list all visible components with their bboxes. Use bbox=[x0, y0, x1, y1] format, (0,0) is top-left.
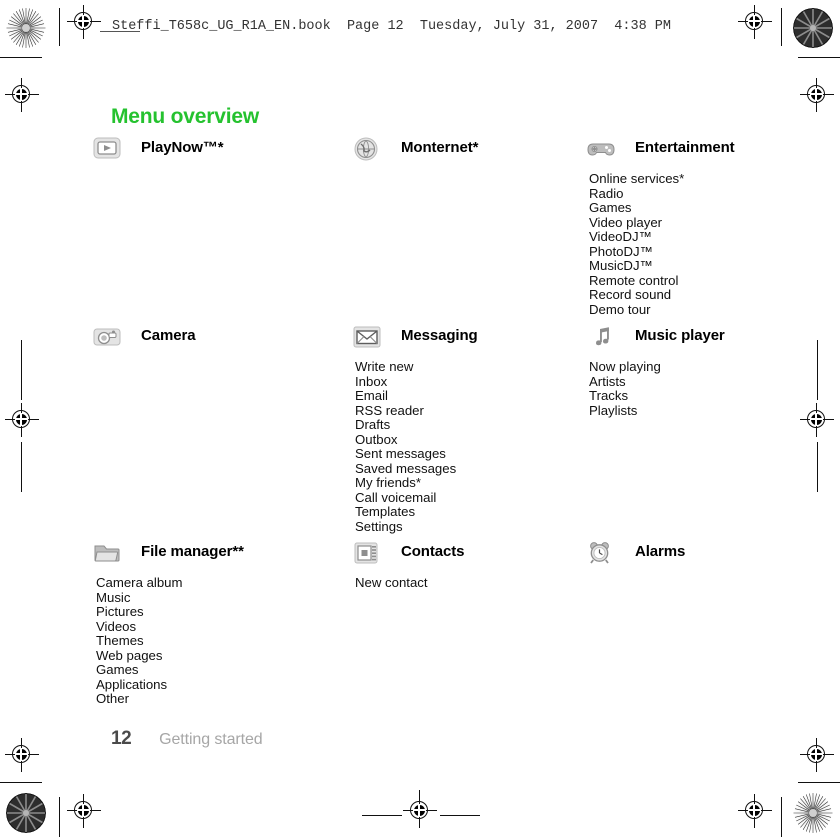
menu-block-entertainment: Entertainment Online services* Radio Games V… bbox=[587, 136, 735, 318]
menu-item[interactable]: Tracks bbox=[589, 388, 661, 404]
menu-item[interactable]: Radio bbox=[589, 186, 684, 202]
menu-block-header[interactable]: Music player bbox=[587, 324, 725, 354]
menu-block-item-list: Camera album Music Pictures Videos Themes Web… bbox=[96, 575, 183, 707]
footer-section-label: Getting started bbox=[159, 731, 263, 748]
menu-block-messaging: Messaging Write new Inbox Email RSS reader Dr… bbox=[353, 324, 478, 535]
menu-block-title: File manager** bbox=[141, 543, 244, 560]
menu-block-music-player: Music player Now playing Artists Tracks Play… bbox=[587, 324, 725, 419]
menu-item[interactable]: Write new bbox=[355, 359, 456, 375]
menu-item[interactable]: Drafts bbox=[355, 417, 456, 433]
menu-block-file-manager: File manager** Camera album Music Pictures V… bbox=[93, 540, 244, 707]
menu-overview-grid: PlayNow™* Monternet* Entertainment Online… bbox=[0, 0, 840, 840]
menu-block-title: PlayNow™* bbox=[141, 139, 224, 156]
menu-item[interactable]: Playlists bbox=[589, 403, 661, 419]
menu-item[interactable]: Record sound bbox=[589, 287, 684, 303]
menu-block-title: Camera bbox=[141, 327, 196, 344]
music-note-icon bbox=[587, 324, 617, 350]
menu-item[interactable]: Saved messages bbox=[355, 461, 456, 477]
menu-item[interactable]: Videos bbox=[96, 619, 183, 635]
menu-item[interactable]: Video player bbox=[589, 215, 684, 231]
menu-block-item-list: New contact bbox=[355, 575, 428, 591]
alarm-clock-icon bbox=[587, 540, 617, 566]
menu-block-item-list: Write new Inbox Email RSS reader Drafts Outbo… bbox=[355, 359, 456, 535]
menu-block-title: Music player bbox=[635, 327, 725, 344]
menu-block-contacts: Contacts New contact bbox=[353, 540, 464, 591]
menu-item[interactable]: Now playing bbox=[589, 359, 661, 375]
gamepad-icon bbox=[587, 136, 617, 162]
menu-item[interactable]: Games bbox=[96, 662, 183, 678]
menu-item[interactable]: PhotoDJ™ bbox=[589, 244, 684, 260]
menu-block-item-list: Online services* Radio Games Video player Vi… bbox=[589, 171, 684, 318]
menu-block-title: Monternet* bbox=[401, 139, 479, 156]
menu-item[interactable]: Pictures bbox=[96, 604, 183, 620]
page-footer: 12 Getting started bbox=[111, 728, 263, 750]
contacts-icon bbox=[353, 540, 383, 566]
menu-item[interactable]: Themes bbox=[96, 633, 183, 649]
menu-item[interactable]: Remote control bbox=[589, 273, 684, 289]
menu-item[interactable]: Applications bbox=[96, 677, 183, 693]
menu-block-title: Entertainment bbox=[635, 139, 735, 156]
globe-icon bbox=[353, 136, 383, 162]
menu-block-header[interactable]: Entertainment bbox=[587, 136, 735, 166]
menu-item[interactable]: Settings bbox=[355, 519, 456, 535]
menu-block-title: Messaging bbox=[401, 327, 478, 344]
footer-page-number: 12 bbox=[111, 728, 132, 749]
menu-item[interactable]: Templates bbox=[355, 504, 456, 520]
menu-block-item-list: Now playing Artists Tracks Playlists bbox=[589, 359, 661, 419]
menu-item[interactable]: Artists bbox=[589, 374, 661, 390]
playnow-icon bbox=[93, 136, 123, 162]
menu-block-header[interactable]: Contacts bbox=[353, 540, 464, 570]
camera-icon bbox=[93, 324, 123, 350]
menu-item[interactable]: Sent messages bbox=[355, 446, 456, 462]
menu-item[interactable]: Web pages bbox=[96, 648, 183, 664]
menu-block-title: Contacts bbox=[401, 543, 465, 560]
menu-item[interactable]: MusicDJ™ bbox=[589, 258, 684, 274]
menu-item[interactable]: Email bbox=[355, 388, 456, 404]
menu-block-header[interactable]: File manager** bbox=[93, 540, 244, 570]
envelope-icon bbox=[353, 324, 383, 350]
menu-item[interactable]: Call voicemail bbox=[355, 490, 456, 506]
menu-item[interactable]: Music bbox=[96, 590, 183, 606]
menu-item[interactable]: Inbox bbox=[355, 374, 456, 390]
menu-block-title: Alarms bbox=[635, 543, 686, 560]
menu-item[interactable]: RSS reader bbox=[355, 403, 456, 419]
menu-item[interactable]: New contact bbox=[355, 575, 428, 591]
menu-item[interactable]: Outbox bbox=[355, 432, 456, 448]
menu-block-header[interactable]: Messaging bbox=[353, 324, 478, 354]
menu-item[interactable]: Demo tour bbox=[589, 302, 684, 318]
menu-item[interactable]: VideoDJ™ bbox=[589, 229, 684, 245]
menu-item[interactable]: Online services* bbox=[589, 171, 684, 187]
menu-item[interactable]: Games bbox=[589, 200, 684, 216]
folder-icon bbox=[93, 540, 123, 566]
menu-item[interactable]: Camera album bbox=[96, 575, 183, 591]
menu-item[interactable]: Other bbox=[96, 691, 183, 707]
menu-item[interactable]: My friends* bbox=[355, 475, 456, 491]
